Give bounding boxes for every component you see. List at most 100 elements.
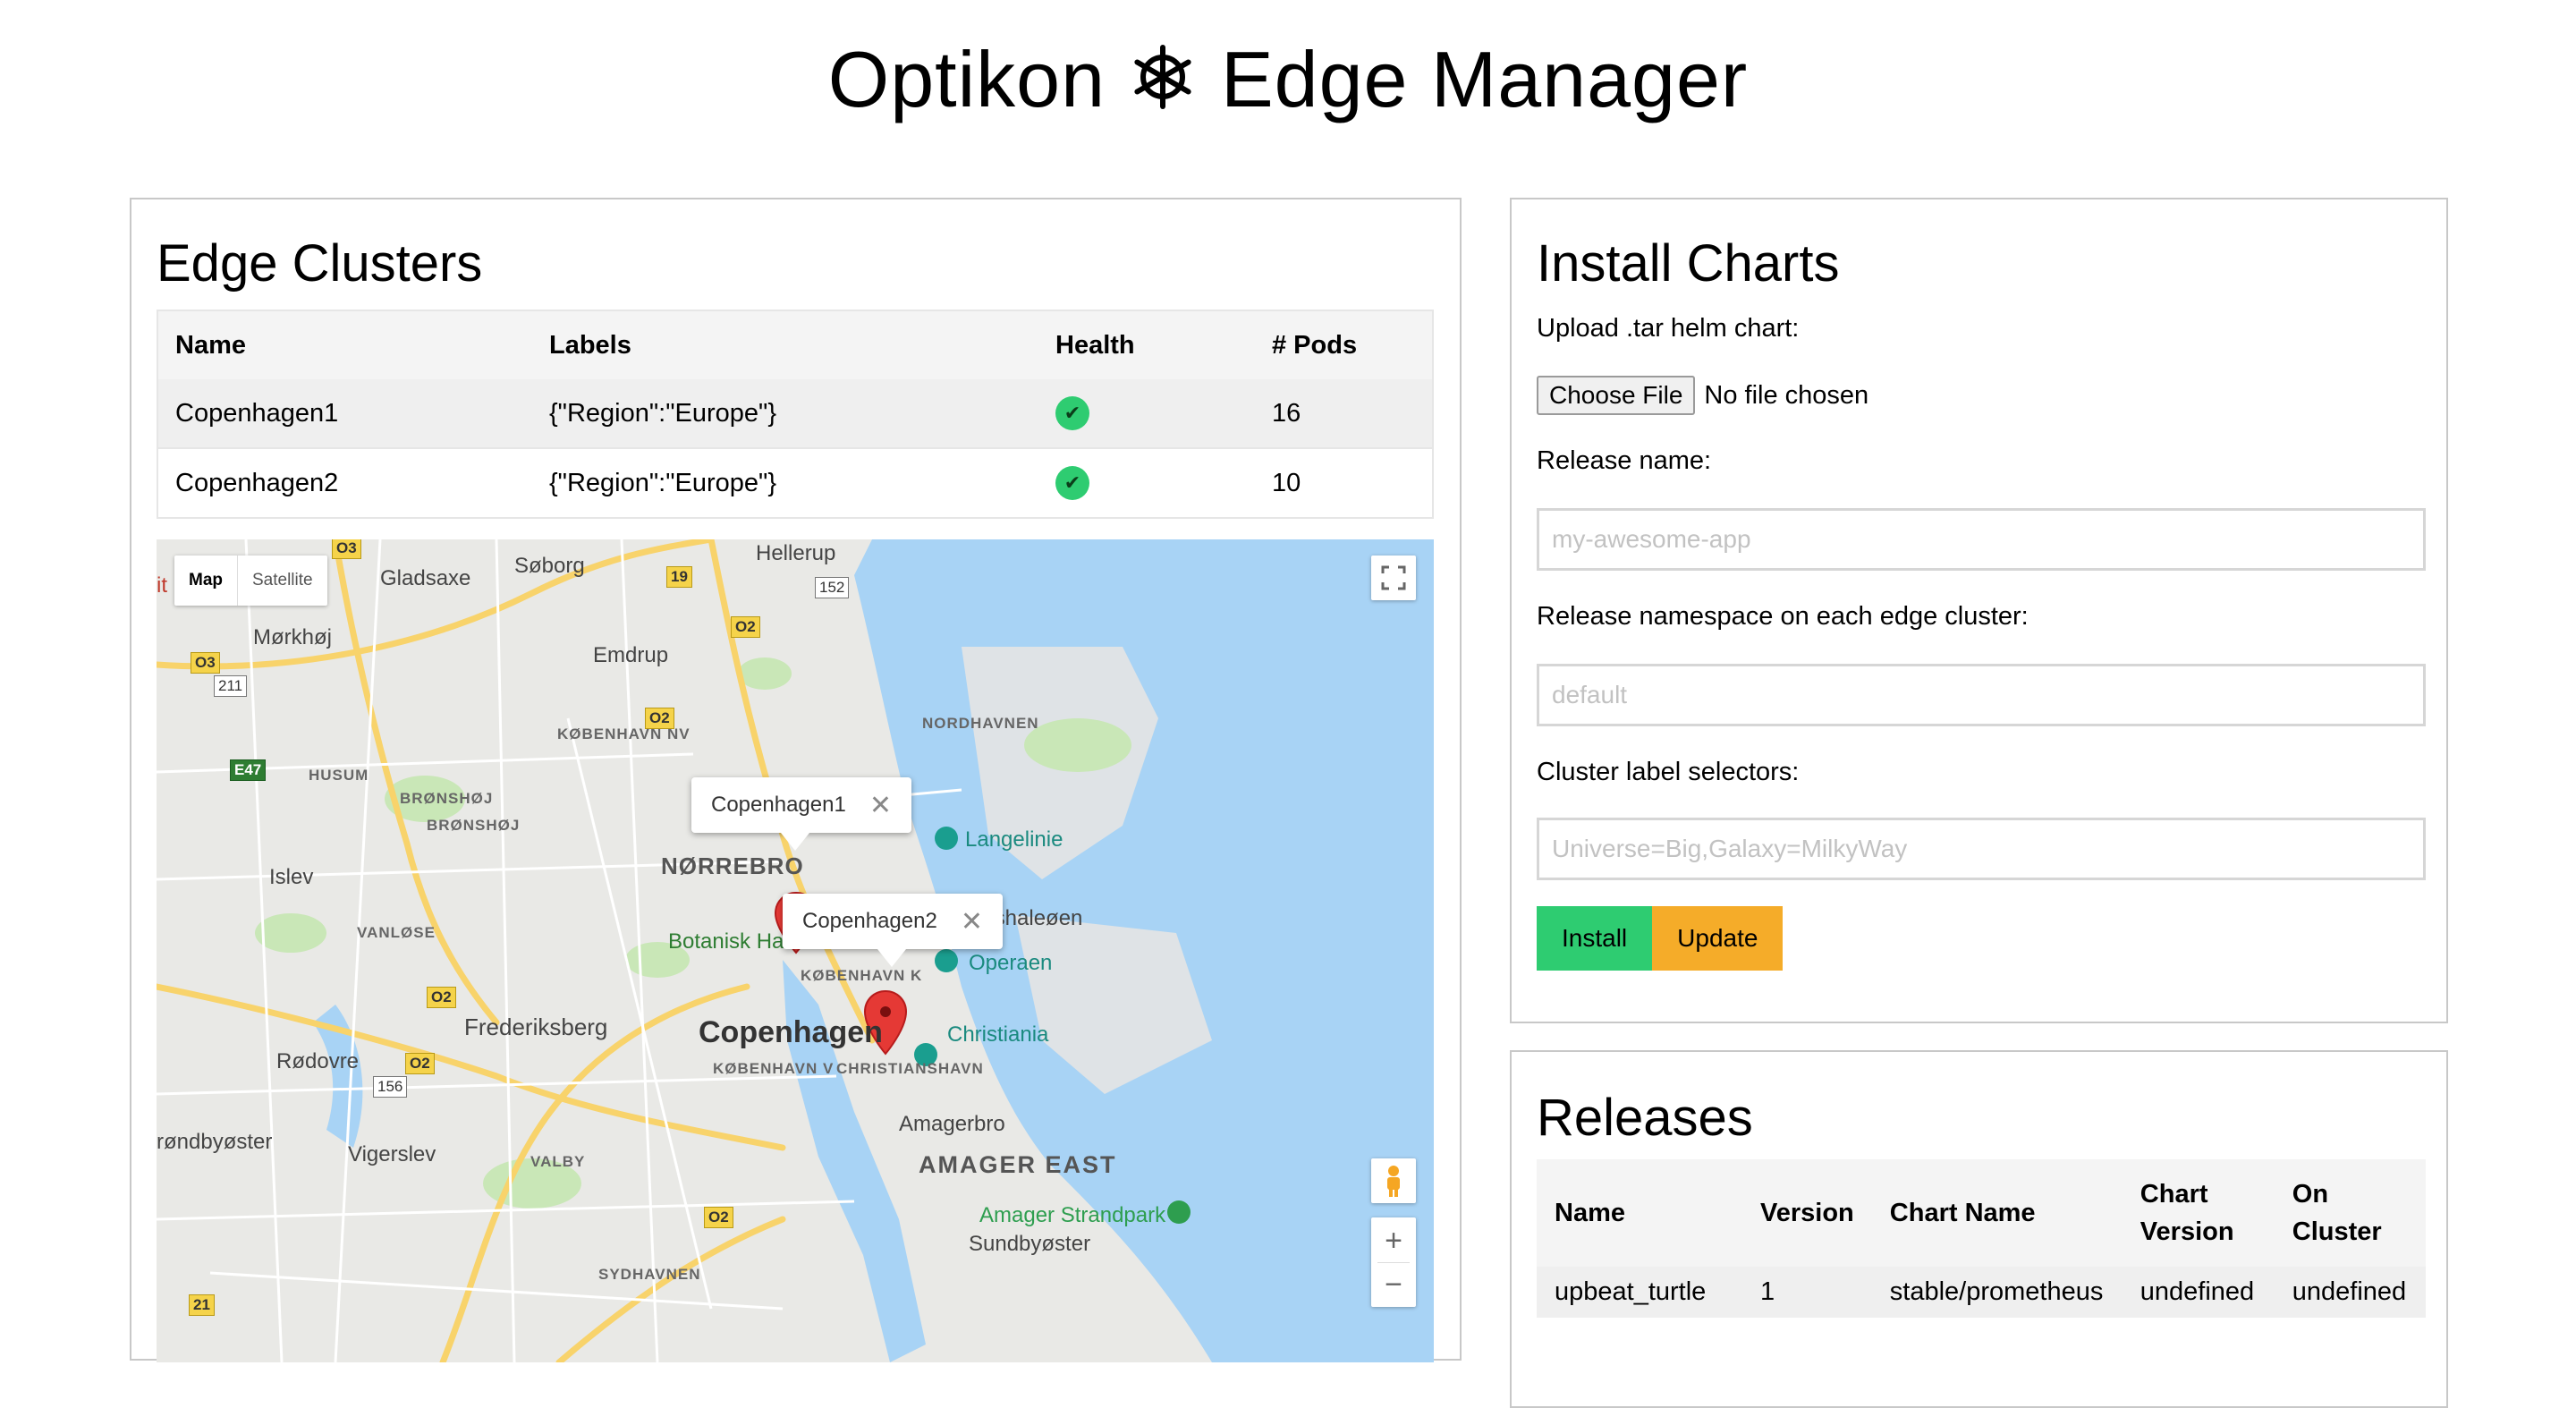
map-label-botanisk: Botanisk Ha bbox=[668, 929, 784, 954]
selectors-input[interactable] bbox=[1537, 818, 2426, 880]
title-text-edge-manager: Edge Manager bbox=[1220, 35, 1749, 123]
release-version: 1 bbox=[1742, 1267, 1872, 1318]
map-label-frederiksberg: Frederiksberg bbox=[464, 1014, 608, 1040]
road-shield: O2 bbox=[427, 987, 456, 1008]
release-name-label: Release name: bbox=[1537, 446, 1712, 475]
col-release-name: Name bbox=[1537, 1159, 1742, 1267]
namespace-label: Release namespace on each edge cluster: bbox=[1537, 602, 2029, 631]
col-chart-version-line2: Version bbox=[2140, 1217, 2234, 1246]
map-type-map-button[interactable]: Map bbox=[174, 556, 237, 606]
map-label-soborg: Søborg bbox=[514, 554, 585, 578]
selectors-label: Cluster label selectors: bbox=[1537, 758, 1800, 786]
install-actions: Install Update bbox=[1537, 906, 1784, 971]
releases-header-row: Name Version Chart Name Chart Version On C… bbox=[1537, 1159, 2426, 1267]
map-label-morkhoj: Mørkhøj bbox=[253, 625, 332, 649]
col-version: Version bbox=[1742, 1159, 1872, 1267]
map-label-christiania: Christiania bbox=[947, 1022, 1049, 1047]
map-label-husum: HUSUM bbox=[309, 767, 369, 784]
map-label-vigerslev: Vigerslev bbox=[348, 1142, 436, 1166]
map-label-christianshavn: CHRISTIANSHAVN bbox=[836, 1060, 984, 1077]
update-button[interactable]: Update bbox=[1652, 906, 1784, 971]
map-label-amager-strandpark: Amager Strandpark bbox=[979, 1203, 1166, 1227]
col-health: Health bbox=[1038, 310, 1255, 379]
col-chart-name: Chart Name bbox=[1871, 1159, 2123, 1267]
map-label-operaen: Operaen bbox=[969, 951, 1053, 975]
install-charts-heading: Install Charts bbox=[1537, 234, 1840, 293]
map-label-amagerbro: Amagerbro bbox=[899, 1112, 1005, 1136]
install-charts-panel: Install Charts Upload .tar helm chart: C… bbox=[1510, 198, 2448, 1023]
page-title: Optikon Edge Manager bbox=[0, 34, 2576, 125]
cluster-labels: {"Region":"Europe"} bbox=[532, 447, 1038, 518]
col-labels: Labels bbox=[532, 310, 1038, 379]
cluster-name: Copenhagen2 bbox=[157, 447, 532, 518]
road-shield: O2 bbox=[704, 1207, 733, 1228]
zoom-in-icon[interactable]: + bbox=[1385, 1219, 1402, 1262]
map-label-islev: Islev bbox=[269, 865, 314, 889]
pegman-icon[interactable] bbox=[1371, 1158, 1416, 1203]
infowindow-label: Copenhagen2 bbox=[802, 909, 937, 933]
map-label-edge: it bbox=[157, 573, 167, 598]
cluster-name: Copenhagen1 bbox=[157, 379, 532, 448]
map-label-sundbyoster: Sundbyøster bbox=[969, 1232, 1091, 1256]
close-icon[interactable]: ✕ bbox=[961, 906, 983, 937]
health-check-icon: ✔ bbox=[1055, 466, 1089, 500]
release-on-cluster: undefined bbox=[2274, 1267, 2426, 1318]
fullscreen-icon[interactable] bbox=[1371, 556, 1416, 600]
map-label-rodovre: Rødovre bbox=[276, 1049, 360, 1073]
cluster-labels: {"Region":"Europe"} bbox=[532, 379, 1038, 448]
map-type-satellite-button[interactable]: Satellite bbox=[237, 556, 327, 606]
cluster-pods: 10 bbox=[1255, 447, 1433, 518]
road-shield: O3 bbox=[332, 539, 361, 559]
map-label-emdrup: Emdrup bbox=[593, 643, 669, 667]
map-label-sydhavnen: SYDHAVNEN bbox=[598, 1266, 701, 1283]
clusters-table: Name Labels Health # Pods Copenhagen1 {"… bbox=[157, 310, 1434, 519]
map-label-hellerup: Hellerup bbox=[756, 541, 836, 565]
upload-label: Upload .tar helm chart: bbox=[1537, 314, 1800, 343]
zoom-control: + − bbox=[1371, 1217, 1416, 1307]
title-text-optikon: Optikon bbox=[827, 35, 1106, 123]
health-check-icon: ✔ bbox=[1055, 396, 1089, 430]
helm-wheel-icon bbox=[1134, 45, 1192, 109]
map-label-nordhavnen: NORDHAVNEN bbox=[922, 715, 1039, 732]
infowindow-copenhagen2[interactable]: Copenhagen2 ✕ bbox=[783, 894, 1003, 967]
road-shield: O2 bbox=[645, 708, 674, 729]
file-upload: Choose File No file chosen bbox=[1537, 376, 1868, 415]
choose-file-button[interactable]: Choose File bbox=[1537, 376, 1696, 415]
map-label-rondbyoster: røndbyøster bbox=[157, 1130, 273, 1154]
release-name: upbeat_turtle bbox=[1537, 1267, 1742, 1318]
col-chart-version-line1: Chart bbox=[2140, 1180, 2208, 1209]
namespace-input[interactable] bbox=[1537, 664, 2426, 726]
cluster-map[interactable]: it Hellerup Gladsaxe Søborg Mørkhøj Emdr… bbox=[157, 539, 1434, 1362]
zoom-out-icon[interactable]: − bbox=[1377, 1261, 1410, 1306]
map-label-kbh-v: KØBENHAVN V bbox=[713, 1060, 835, 1077]
clusters-header-row: Name Labels Health # Pods bbox=[157, 310, 1433, 379]
road-shield: 152 bbox=[815, 577, 850, 598]
road-shield: 21 bbox=[189, 1294, 215, 1316]
col-on-cluster-line1: On bbox=[2292, 1180, 2329, 1209]
map-label-langelinie: Langelinie bbox=[965, 827, 1063, 852]
infowindow-copenhagen1[interactable]: Copenhagen1 ✕ bbox=[691, 777, 911, 851]
map-type-control: Map Satellite bbox=[174, 556, 327, 606]
table-row[interactable]: upbeat_turtle 1 stable/prometheus undefi… bbox=[1537, 1267, 2426, 1318]
cluster-health: ✔ bbox=[1038, 379, 1255, 448]
cluster-health: ✔ bbox=[1038, 447, 1255, 518]
release-chart-name: stable/prometheus bbox=[1871, 1267, 2123, 1318]
edge-clusters-panel: Edge Clusters Name Labels Health # Pods … bbox=[130, 198, 1462, 1362]
table-row[interactable]: Copenhagen2 {"Region":"Europe"} ✔ 10 bbox=[157, 447, 1433, 518]
edge-clusters-heading: Edge Clusters bbox=[157, 234, 483, 293]
road-shield: O2 bbox=[731, 616, 760, 638]
table-row[interactable]: Copenhagen1 {"Region":"Europe"} ✔ 16 bbox=[157, 379, 1433, 448]
install-button[interactable]: Install bbox=[1537, 906, 1653, 971]
close-icon[interactable]: ✕ bbox=[869, 790, 892, 821]
road-shield: 156 bbox=[373, 1076, 408, 1098]
col-name: Name bbox=[157, 310, 532, 379]
road-shield: O2 bbox=[405, 1053, 435, 1074]
map-label-norrebro: NØRREBRO bbox=[661, 852, 804, 879]
map-label-vanlose: VANLØSE bbox=[357, 924, 436, 941]
release-name-input[interactable] bbox=[1537, 508, 2426, 571]
map-label-gladsaxe: Gladsaxe bbox=[380, 566, 471, 590]
file-status: No file chosen bbox=[1704, 380, 1869, 410]
road-shield: 211 bbox=[214, 675, 248, 697]
map-label-valby: VALBY bbox=[530, 1153, 586, 1170]
releases-heading: Releases bbox=[1537, 1089, 1753, 1147]
